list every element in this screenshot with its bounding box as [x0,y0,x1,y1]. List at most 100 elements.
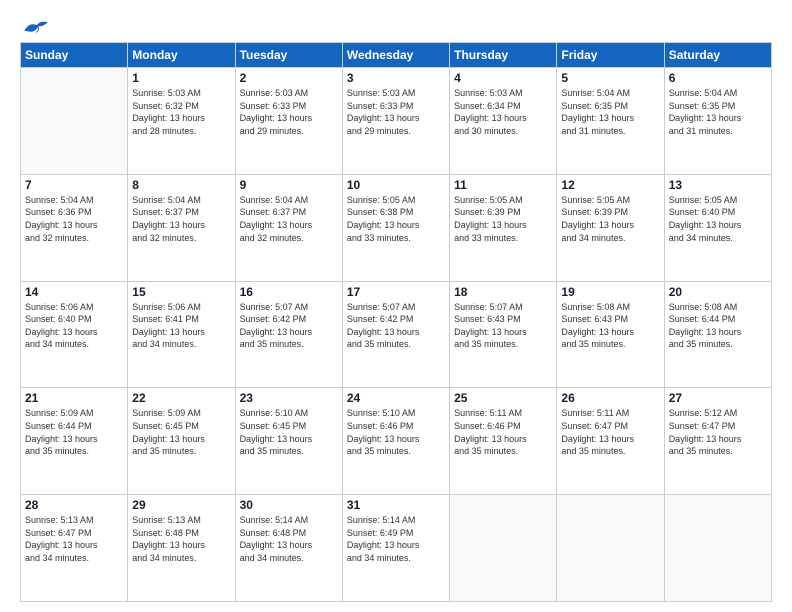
day-info: Sunrise: 5:10 AM Sunset: 6:45 PM Dayligh… [240,407,338,457]
day-info: Sunrise: 5:13 AM Sunset: 6:47 PM Dayligh… [25,514,123,564]
day-info: Sunrise: 5:03 AM Sunset: 6:34 PM Dayligh… [454,87,552,137]
calendar-cell: 23 Sunrise: 5:10 AM Sunset: 6:45 PM Dayli… [235,388,342,495]
day-number: 28 [25,498,123,512]
day-number: 3 [347,71,445,85]
day-number: 12 [561,178,659,192]
day-info: Sunrise: 5:04 AM Sunset: 6:35 PM Dayligh… [561,87,659,137]
day-info: Sunrise: 5:06 AM Sunset: 6:40 PM Dayligh… [25,301,123,351]
day-info: Sunrise: 5:04 AM Sunset: 6:37 PM Dayligh… [240,194,338,244]
calendar-body: 1 Sunrise: 5:03 AM Sunset: 6:32 PM Daylig… [21,68,772,602]
day-info: Sunrise: 5:04 AM Sunset: 6:37 PM Dayligh… [132,194,230,244]
calendar-cell: 8Sunrise: 5:04 AM Sunset: 6:37 PM Daylig… [128,174,235,281]
day-info: Sunrise: 5:05 AM Sunset: 6:38 PM Dayligh… [347,194,445,244]
day-info: Sunrise: 5:03 AM Sunset: 6:33 PM Dayligh… [347,87,445,137]
week-row-1: 1 Sunrise: 5:03 AM Sunset: 6:32 PM Daylig… [21,68,772,175]
day-number: 7 [25,178,123,192]
logo-bird-icon [22,18,50,38]
calendar-cell: 13 Sunrise: 5:05 AM Sunset: 6:40 PM Dayli… [664,174,771,281]
calendar-cell: 9 Sunrise: 5:04 AM Sunset: 6:37 PM Daylig… [235,174,342,281]
weekday-header-row: SundayMondayTuesdayWednesdayThursdayFrid… [21,43,772,68]
calendar-cell: 28 Sunrise: 5:13 AM Sunset: 6:47 PM Dayli… [21,495,128,602]
calendar-cell [450,495,557,602]
calendar-cell: 22 Sunrise: 5:09 AM Sunset: 6:45 PM Dayli… [128,388,235,495]
week-row-5: 28 Sunrise: 5:13 AM Sunset: 6:47 PM Dayli… [21,495,772,602]
day-number: 22 [132,391,230,405]
day-info: Sunrise: 5:10 AM Sunset: 6:46 PM Dayligh… [347,407,445,457]
calendar-cell: 31 Sunrise: 5:14 AM Sunset: 6:49 PM Dayli… [342,495,449,602]
calendar-cell: 18 Sunrise: 5:07 AM Sunset: 6:43 PM Dayli… [450,281,557,388]
calendar-cell: 2 Sunrise: 5:03 AM Sunset: 6:33 PM Daylig… [235,68,342,175]
day-info: Sunrise: 5:11 AM Sunset: 6:46 PM Dayligh… [454,407,552,457]
day-info: Sunrise: 5:08 AM Sunset: 6:43 PM Dayligh… [561,301,659,351]
calendar-cell: 4 Sunrise: 5:03 AM Sunset: 6:34 PM Daylig… [450,68,557,175]
day-number: 25 [454,391,552,405]
weekday-header-thursday: Thursday [450,43,557,68]
weekday-header-sunday: Sunday [21,43,128,68]
day-number: 19 [561,285,659,299]
calendar-cell: 11 Sunrise: 5:05 AM Sunset: 6:39 PM Dayli… [450,174,557,281]
day-info: Sunrise: 5:14 AM Sunset: 6:49 PM Dayligh… [347,514,445,564]
calendar-cell: 3 Sunrise: 5:03 AM Sunset: 6:33 PM Daylig… [342,68,449,175]
day-number: 29 [132,498,230,512]
day-info: Sunrise: 5:12 AM Sunset: 6:47 PM Dayligh… [669,407,767,457]
calendar-cell: 19 Sunrise: 5:08 AM Sunset: 6:43 PM Dayli… [557,281,664,388]
day-info: Sunrise: 5:07 AM Sunset: 6:42 PM Dayligh… [347,301,445,351]
day-number: 13 [669,178,767,192]
calendar-cell: 29Sunrise: 5:13 AM Sunset: 6:48 PM Dayli… [128,495,235,602]
day-number: 9 [240,178,338,192]
week-row-2: 7 Sunrise: 5:04 AM Sunset: 6:36 PM Daylig… [21,174,772,281]
day-info: Sunrise: 5:04 AM Sunset: 6:36 PM Dayligh… [25,194,123,244]
day-info: Sunrise: 5:06 AM Sunset: 6:41 PM Dayligh… [132,301,230,351]
calendar-cell: 12 Sunrise: 5:05 AM Sunset: 6:39 PM Dayli… [557,174,664,281]
day-number: 6 [669,71,767,85]
calendar-cell: 25 Sunrise: 5:11 AM Sunset: 6:46 PM Dayli… [450,388,557,495]
calendar-cell: 6Sunrise: 5:04 AM Sunset: 6:35 PM Daylig… [664,68,771,175]
day-number: 4 [454,71,552,85]
day-number: 31 [347,498,445,512]
header [20,18,772,34]
logo [20,18,50,34]
day-info: Sunrise: 5:05 AM Sunset: 6:39 PM Dayligh… [561,194,659,244]
day-number: 20 [669,285,767,299]
calendar-cell: 5Sunrise: 5:04 AM Sunset: 6:35 PM Daylig… [557,68,664,175]
calendar-cell: 14 Sunrise: 5:06 AM Sunset: 6:40 PM Dayli… [21,281,128,388]
calendar-cell: 7 Sunrise: 5:04 AM Sunset: 6:36 PM Daylig… [21,174,128,281]
day-number: 1 [132,71,230,85]
day-number: 14 [25,285,123,299]
calendar-cell: 30 Sunrise: 5:14 AM Sunset: 6:48 PM Dayli… [235,495,342,602]
calendar-cell [21,68,128,175]
day-info: Sunrise: 5:03 AM Sunset: 6:33 PM Dayligh… [240,87,338,137]
calendar-cell: 10Sunrise: 5:05 AM Sunset: 6:38 PM Dayli… [342,174,449,281]
day-info: Sunrise: 5:03 AM Sunset: 6:32 PM Dayligh… [132,87,230,137]
calendar-cell: 17Sunrise: 5:07 AM Sunset: 6:42 PM Dayli… [342,281,449,388]
day-number: 15 [132,285,230,299]
weekday-header-friday: Friday [557,43,664,68]
day-info: Sunrise: 5:07 AM Sunset: 6:43 PM Dayligh… [454,301,552,351]
day-info: Sunrise: 5:08 AM Sunset: 6:44 PM Dayligh… [669,301,767,351]
day-info: Sunrise: 5:05 AM Sunset: 6:40 PM Dayligh… [669,194,767,244]
page: SundayMondayTuesdayWednesdayThursdayFrid… [0,0,792,612]
day-info: Sunrise: 5:07 AM Sunset: 6:42 PM Dayligh… [240,301,338,351]
day-number: 30 [240,498,338,512]
weekday-header-tuesday: Tuesday [235,43,342,68]
day-number: 11 [454,178,552,192]
day-number: 27 [669,391,767,405]
calendar-cell: 26Sunrise: 5:11 AM Sunset: 6:47 PM Dayli… [557,388,664,495]
day-number: 16 [240,285,338,299]
day-number: 18 [454,285,552,299]
day-info: Sunrise: 5:09 AM Sunset: 6:45 PM Dayligh… [132,407,230,457]
calendar-cell: 20 Sunrise: 5:08 AM Sunset: 6:44 PM Dayli… [664,281,771,388]
calendar-cell: 16 Sunrise: 5:07 AM Sunset: 6:42 PM Dayli… [235,281,342,388]
day-info: Sunrise: 5:05 AM Sunset: 6:39 PM Dayligh… [454,194,552,244]
weekday-header-monday: Monday [128,43,235,68]
calendar-cell: 15 Sunrise: 5:06 AM Sunset: 6:41 PM Dayli… [128,281,235,388]
day-number: 23 [240,391,338,405]
calendar-cell: 21Sunrise: 5:09 AM Sunset: 6:44 PM Dayli… [21,388,128,495]
calendar-cell: 27 Sunrise: 5:12 AM Sunset: 6:47 PM Dayli… [664,388,771,495]
day-number: 2 [240,71,338,85]
calendar-cell [664,495,771,602]
weekday-header-wednesday: Wednesday [342,43,449,68]
week-row-3: 14 Sunrise: 5:06 AM Sunset: 6:40 PM Dayli… [21,281,772,388]
calendar: SundayMondayTuesdayWednesdayThursdayFrid… [20,42,772,602]
day-info: Sunrise: 5:14 AM Sunset: 6:48 PM Dayligh… [240,514,338,564]
